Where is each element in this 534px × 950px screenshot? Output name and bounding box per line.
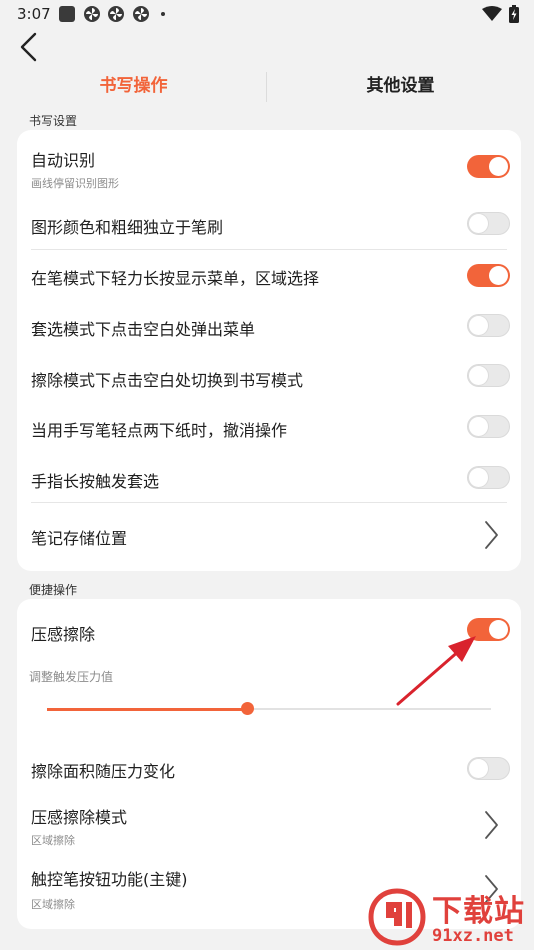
pinwheel-icon — [133, 6, 149, 22]
setting-row-auto-recognize[interactable]: 自动识别 画线停留识别图形 — [17, 130, 521, 198]
slider-label: 调整触发压力值 — [29, 670, 114, 684]
slider-fill — [47, 707, 247, 711]
91-logo-icon — [368, 888, 426, 946]
setting-label: 笔记存储位置 — [31, 529, 128, 548]
battery-charging-icon — [509, 5, 519, 23]
tab-other-settings[interactable]: 其他设置 — [267, 70, 534, 104]
setting-row-note-storage-location[interactable]: 笔记存储位置 — [17, 503, 521, 569]
setting-row-eraser-tap-switch[interactable]: 擦除模式下点击空白处切换到书写模式 — [17, 352, 521, 403]
setting-row-erase-area-pressure[interactable]: 擦除面积随压力变化 — [17, 749, 521, 789]
setting-label: 在笔模式下轻力长按显示菜单，区域选择 — [31, 269, 320, 288]
setting-row-finger-long-press-lasso[interactable]: 手指长按触发套选 — [17, 454, 521, 502]
toggle-shape-color-independent[interactable] — [467, 212, 510, 235]
pressure-slider[interactable] — [47, 702, 491, 715]
photo-icon — [59, 6, 75, 22]
setting-row-stylus-double-tap-undo[interactable]: 当用手写笔轻点两下纸时，撤消操作 — [17, 403, 521, 454]
setting-row-pressure-erase[interactable]: 压感擦除 — [17, 599, 521, 659]
toggle-lasso-tap-menu[interactable] — [467, 314, 510, 337]
setting-row-shape-color-independent[interactable]: 图形颜色和粗细独立于笔刷 — [17, 198, 521, 249]
setting-label: 触控笔按钮功能(主键) — [31, 870, 188, 889]
setting-label: 手指长按触发套选 — [31, 472, 160, 491]
pinwheel-icon — [108, 6, 124, 22]
status-time: 3:07 — [17, 5, 51, 23]
toggle-knob — [489, 620, 508, 639]
setting-subtitle: 画线停留识别图形 — [31, 177, 119, 190]
chevron-right-icon — [485, 811, 498, 839]
wifi-icon — [482, 6, 502, 21]
section-label-quick-operations: 便捷操作 — [29, 583, 78, 597]
toggle-knob — [469, 214, 488, 233]
setting-label: 图形颜色和粗细独立于笔刷 — [31, 218, 224, 237]
setting-row-pressure-erase-mode[interactable]: 压感擦除模式 区域擦除 — [17, 795, 521, 855]
toggle-knob — [469, 366, 488, 385]
slider-thumb[interactable] — [240, 702, 254, 715]
setting-label: 套选模式下点击空白处弹出菜单 — [31, 320, 256, 339]
setting-row-lasso-tap-menu[interactable]: 套选模式下点击空白处弹出菜单 — [17, 301, 521, 352]
setting-row-pen-long-press-menu[interactable]: 在笔模式下轻力长按显示菜单，区域选择 — [17, 250, 521, 301]
toggle-knob — [469, 759, 488, 778]
setting-label: 自动识别 — [31, 151, 96, 170]
toggle-knob — [469, 316, 488, 335]
toggle-auto-recognize[interactable] — [467, 155, 510, 178]
toggle-pen-long-press-menu[interactable] — [467, 264, 510, 287]
watermark: 下载站 91xz.net — [362, 884, 534, 950]
toggle-erase-area-pressure[interactable] — [467, 757, 510, 780]
chevron-right-icon — [485, 521, 498, 549]
toggle-knob — [489, 266, 508, 285]
toggle-knob — [489, 157, 508, 176]
pinwheel-icon — [84, 6, 100, 22]
setting-label: 擦除面积随压力变化 — [31, 762, 176, 781]
card-writing-settings: 自动识别 画线停留识别图形 图形颜色和粗细独立于笔刷 在笔模式下轻力长按显示菜单… — [17, 130, 521, 571]
toggle-finger-long-press-lasso[interactable] — [467, 466, 510, 489]
setting-label: 擦除模式下点击空白处切换到书写模式 — [31, 371, 304, 390]
status-bar: 3:07 — [0, 0, 534, 28]
dot-icon — [161, 12, 165, 16]
back-chevron-icon[interactable] — [18, 32, 42, 62]
toggle-stylus-double-tap-undo[interactable] — [467, 415, 510, 438]
setting-label: 当用手写笔轻点两下纸时，撤消操作 — [31, 421, 288, 440]
setting-subtitle: 区域擦除 — [31, 898, 75, 911]
toggle-pressure-erase[interactable] — [467, 618, 510, 641]
tab-bar: 书写操作 其他设置 — [0, 70, 534, 104]
section-label-writing-settings: 书写设置 — [29, 114, 78, 128]
setting-label: 压感擦除模式 — [31, 808, 128, 827]
setting-label: 压感擦除 — [31, 625, 96, 644]
tab-writing-operations[interactable]: 书写操作 — [0, 70, 267, 104]
toggle-knob — [469, 417, 488, 436]
toggle-knob — [469, 468, 488, 487]
watermark-text: 下载站 — [432, 894, 525, 929]
watermark-url: 91xz.net — [432, 926, 514, 946]
card-quick-operations: 压感擦除 调整触发压力值 擦除面积随压力变化 压感擦除模式 区域擦除 触控笔按钮… — [17, 599, 521, 929]
setting-subtitle: 区域擦除 — [31, 834, 75, 847]
toggle-eraser-tap-switch[interactable] — [467, 364, 510, 387]
